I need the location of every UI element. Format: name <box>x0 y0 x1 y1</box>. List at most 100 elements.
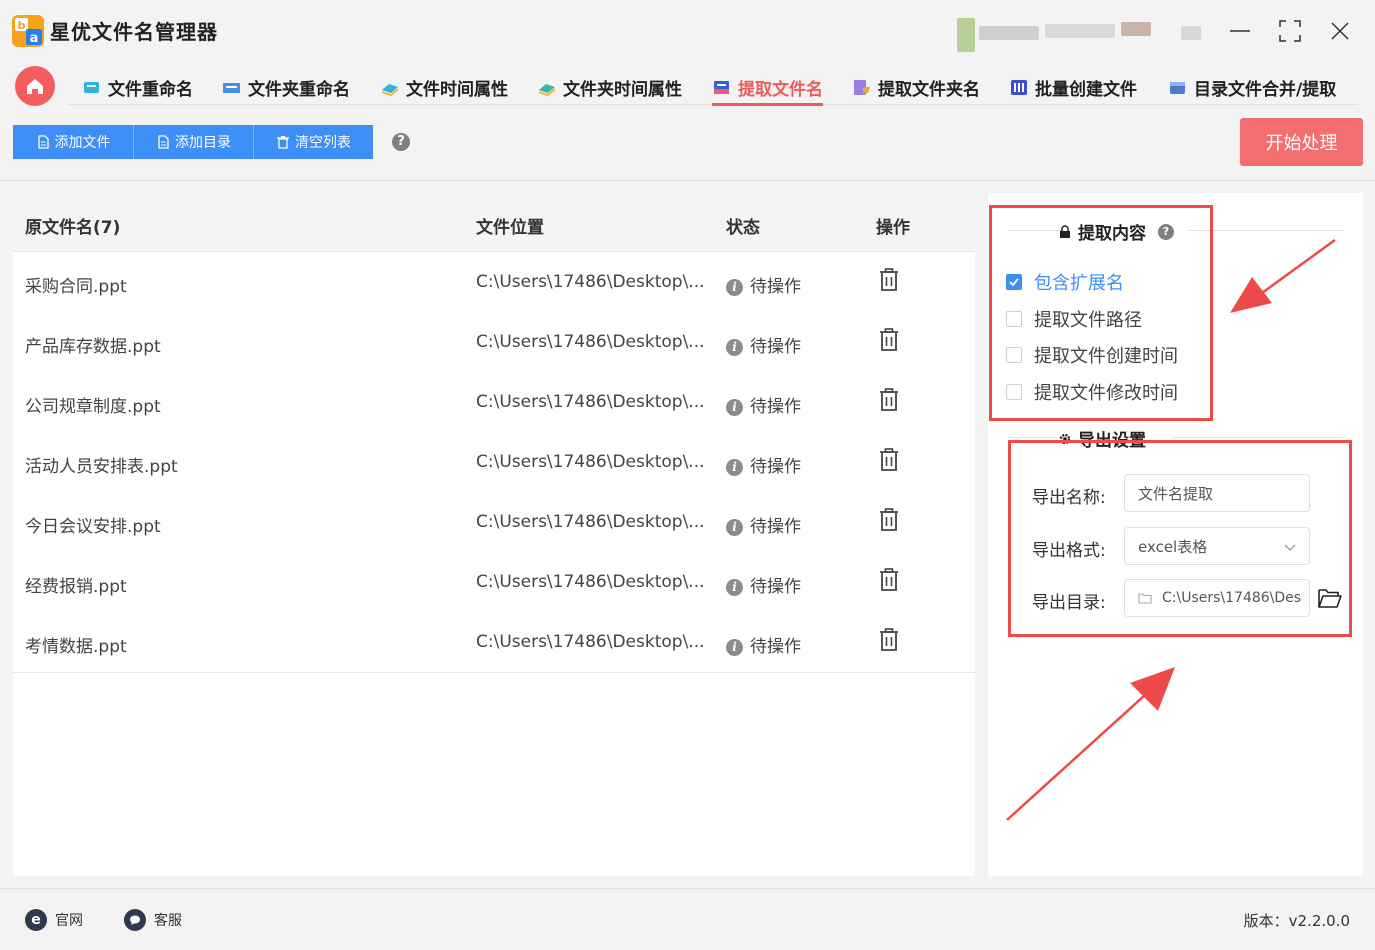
status-label: 待操作 <box>750 577 801 597</box>
tab-file-time[interactable]: 文件时间属性 <box>380 70 508 104</box>
tab-label: 提取文件名 <box>738 79 823 100</box>
cell-location: C:\Users\17486\Desktop\... <box>476 452 705 472</box>
info-icon: i <box>726 519 743 536</box>
minimize-icon[interactable] <box>1225 16 1255 46</box>
cell-filename: 产品库存数据.ppt <box>25 337 161 357</box>
folder-time-icon <box>538 84 556 96</box>
cell-status: i 待操作 <box>726 512 801 537</box>
arrow-to-export <box>1006 667 1175 821</box>
user-info-blurred <box>945 14 1205 54</box>
table-row[interactable]: 经费报销.ppt C:\Users\17486\Desktop\... i 待操作 <box>13 552 975 613</box>
cell-location: C:\Users\17486\Desktop\... <box>476 512 705 532</box>
cell-location: C:\Users\17486\Desktop\... <box>476 272 705 292</box>
file-icon <box>158 135 169 149</box>
svg-text:a: a <box>30 31 39 46</box>
support-label: 客服 <box>154 913 182 929</box>
toolbar-divider <box>0 180 1375 181</box>
tab-extract-filename[interactable]: 提取文件名 <box>712 70 823 106</box>
add-file-label: 添加文件 <box>54 135 111 151</box>
tab-dir-merge[interactable]: 目录文件合并/提取 <box>1168 70 1336 104</box>
status-label: 待操作 <box>750 637 801 657</box>
cell-location: C:\Users\17486\Desktop\... <box>476 332 705 352</box>
table-row[interactable]: 活动人员安排表.ppt C:\Users\17486\Desktop\... i 待操… <box>13 432 975 493</box>
tab-file-rename[interactable]: 文件重命名 <box>82 70 193 104</box>
cell-location: C:\Users\17486\Desktop\... <box>476 572 705 592</box>
file-toolbar: 添加文件 添加目录 清空列表 <box>13 125 373 159</box>
file-rename-icon <box>84 82 99 93</box>
info-icon: i <box>726 639 743 656</box>
cell-status: i 待操作 <box>726 392 801 417</box>
annotation-arrows <box>1006 238 1336 821</box>
delete-row-icon[interactable] <box>878 448 900 472</box>
info-icon: i <box>726 279 743 296</box>
dir-merge-icon <box>1170 82 1185 94</box>
add-directory-label: 添加目录 <box>175 135 231 151</box>
table-row[interactable]: 采购合同.ppt C:\Users\17486\Desktop\... i 待操作 <box>13 252 975 313</box>
website-link[interactable]: e 官网 <box>25 909 83 931</box>
close-icon[interactable] <box>1325 16 1355 46</box>
home-icon <box>27 79 43 94</box>
info-icon: i <box>726 579 743 596</box>
cell-location: C:\Users\17486\Desktop\... <box>476 632 705 652</box>
tab-label: 文件夹重命名 <box>248 79 350 100</box>
tab-extract-foldername[interactable]: 提取文件夹名 <box>852 70 980 104</box>
cell-filename: 经费报销.ppt <box>25 577 127 597</box>
info-icon: i <box>726 459 743 476</box>
batch-create-icon <box>1011 80 1027 95</box>
status-label: 待操作 <box>750 457 801 477</box>
delete-row-icon[interactable] <box>878 508 900 532</box>
footer-divider <box>0 888 1375 889</box>
file-table: 原文件名(7) 文件位置 状态 操作 采购合同.ppt C:\Users\1748… <box>13 193 975 876</box>
delete-row-icon[interactable] <box>878 568 900 592</box>
header-action: 操作 <box>876 218 910 238</box>
tab-label: 文件重命名 <box>108 79 193 100</box>
tab-folder-time[interactable]: 文件夹时间属性 <box>537 70 682 104</box>
help-icon[interactable]: ? <box>392 133 410 151</box>
ie-browser-icon: e <box>25 909 47 931</box>
tab-label: 文件夹时间属性 <box>563 79 682 100</box>
status-label: 待操作 <box>750 337 801 357</box>
cell-filename: 今日会议安排.ppt <box>25 517 161 537</box>
header-status: 状态 <box>726 218 760 238</box>
table-row[interactable]: 今日会议安排.ppt C:\Users\17486\Desktop\... i 待操作 <box>13 492 975 553</box>
svg-text:b: b <box>18 19 26 32</box>
delete-row-icon[interactable] <box>878 628 900 652</box>
cell-status: i 待操作 <box>726 272 801 297</box>
table-row[interactable]: 产品库存数据.ppt C:\Users\17486\Desktop\... i 待操作 <box>13 312 975 373</box>
tab-label: 文件时间属性 <box>406 79 508 100</box>
cell-filename: 采购合同.ppt <box>25 277 127 297</box>
trash-icon <box>277 136 289 149</box>
add-directory-button[interactable]: 添加目录 <box>133 125 253 159</box>
cell-location: C:\Users\17486\Desktop\... <box>476 392 705 412</box>
tab-label: 提取文件夹名 <box>878 79 980 100</box>
add-file-button[interactable]: 添加文件 <box>13 125 133 159</box>
chat-bubble-icon <box>124 909 146 931</box>
start-process-button[interactable]: 开始处理 <box>1240 118 1363 166</box>
folder-rename-icon <box>223 83 240 93</box>
delete-row-icon[interactable] <box>878 388 900 412</box>
tab-label: 目录文件合并/提取 <box>1194 79 1337 100</box>
cell-filename: 考情数据.ppt <box>25 637 127 657</box>
clear-list-button[interactable]: 清空列表 <box>253 125 373 159</box>
status-label: 待操作 <box>750 397 801 417</box>
info-icon: i <box>726 339 743 356</box>
status-label: 待操作 <box>750 517 801 537</box>
website-label: 官网 <box>55 913 83 929</box>
arrow-to-extract <box>1230 238 1336 313</box>
active-tab-indicator <box>712 103 823 106</box>
maximize-icon[interactable] <box>1275 16 1305 46</box>
table-row[interactable]: 考情数据.ppt C:\Users\17486\Desktop\... i 待操作 <box>13 612 975 673</box>
cell-filename: 活动人员安排表.ppt <box>25 457 178 477</box>
status-label: 待操作 <box>750 277 801 297</box>
table-row[interactable]: 公司规章制度.ppt C:\Users\17486\Desktop\... i 待操作 <box>13 372 975 433</box>
delete-row-icon[interactable] <box>878 328 900 352</box>
tab-batch-create[interactable]: 批量创建文件 <box>1009 70 1137 104</box>
home-button[interactable] <box>15 66 55 106</box>
tab-folder-rename[interactable]: 文件夹重命名 <box>222 70 350 104</box>
app-logo-icon: b a <box>12 15 44 47</box>
extract-filename-icon <box>714 81 729 94</box>
cell-status: i 待操作 <box>726 572 801 597</box>
support-link[interactable]: 客服 <box>124 909 182 931</box>
clear-list-label: 清空列表 <box>295 135 351 151</box>
delete-row-icon[interactable] <box>878 268 900 292</box>
